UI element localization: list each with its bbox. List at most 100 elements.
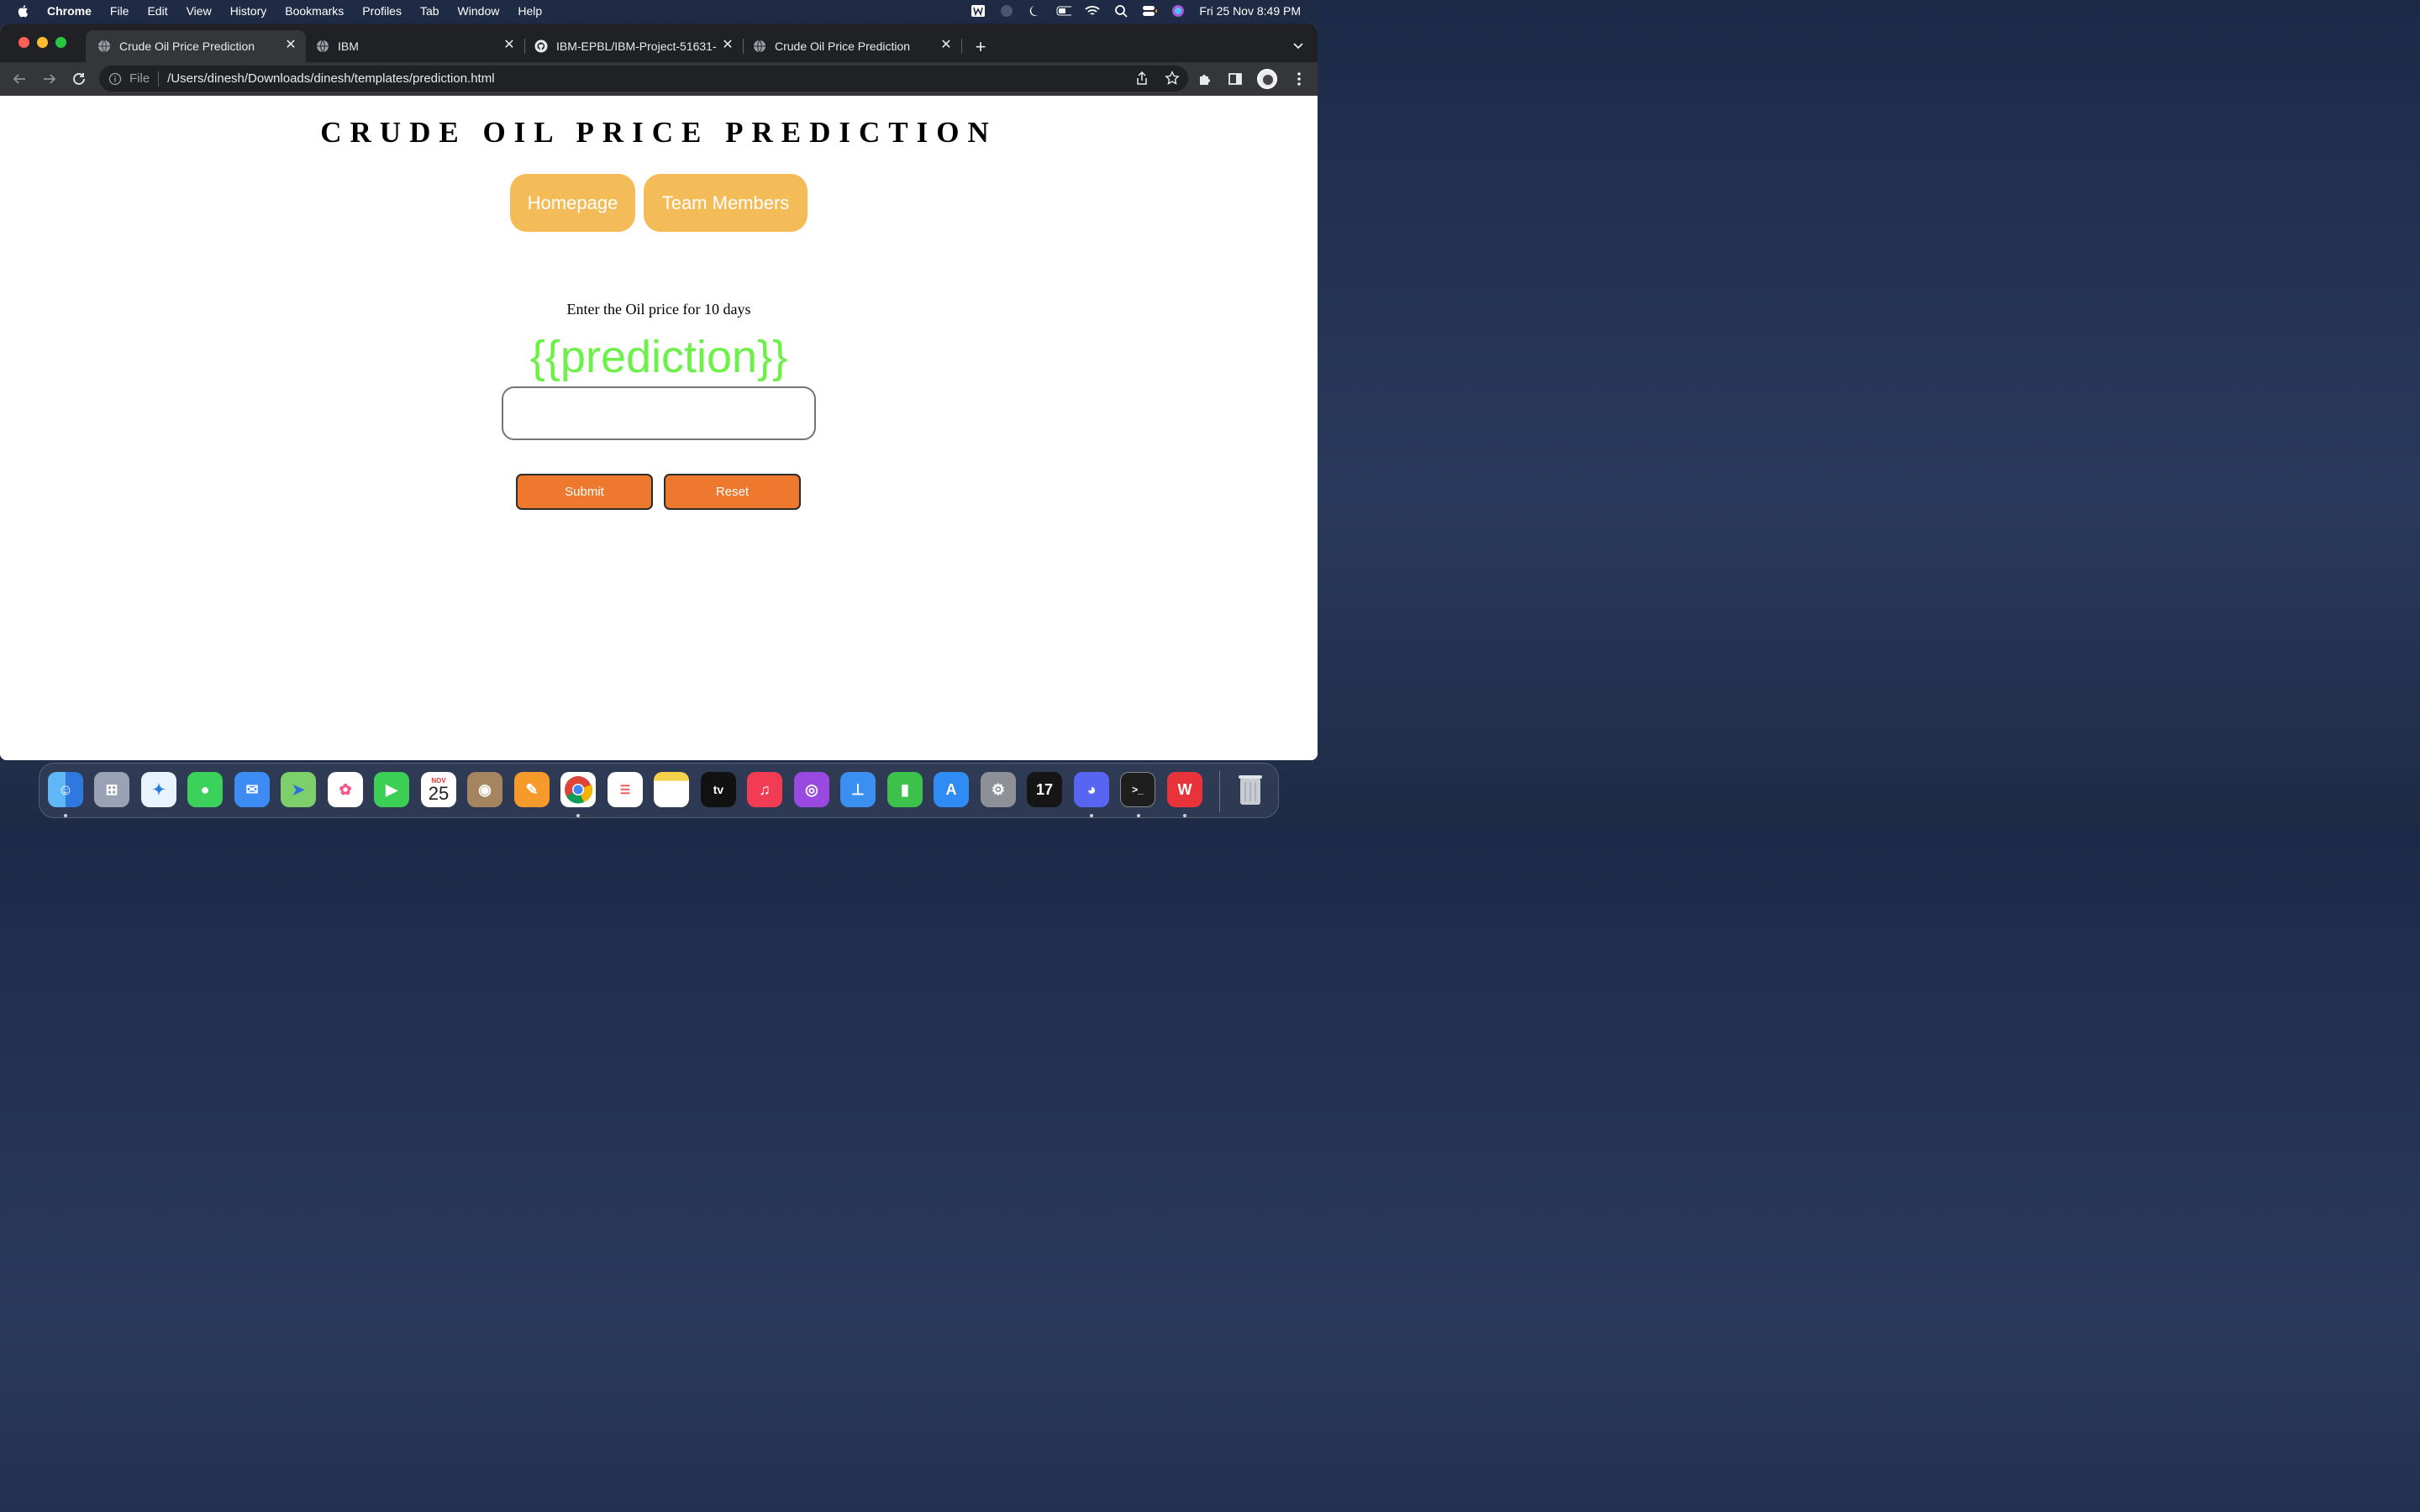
tab-title: IBM-EPBL/IBM-Project-51631- bbox=[556, 39, 717, 53]
wps-office-icon[interactable]: W bbox=[1167, 772, 1202, 807]
url-divider bbox=[158, 71, 160, 87]
toolbar-actions bbox=[1197, 69, 1307, 89]
record-status-icon[interactable] bbox=[999, 4, 1014, 18]
close-tab-icon[interactable]: ✕ bbox=[939, 39, 953, 52]
app-store-icon[interactable]: A bbox=[934, 772, 969, 807]
browser-toolbar: File /Users/dinesh/Downloads/dinesh/temp… bbox=[0, 62, 1318, 96]
back-arrow-icon[interactable] bbox=[12, 71, 27, 87]
url-text[interactable]: /Users/dinesh/Downloads/dinesh/templates… bbox=[167, 71, 494, 86]
wps-status-icon[interactable] bbox=[971, 4, 986, 18]
running-indicator bbox=[1183, 814, 1186, 817]
notes-icon[interactable] bbox=[654, 772, 689, 807]
zoom-window-button[interactable] bbox=[55, 37, 66, 48]
close-tab-icon[interactable]: ✕ bbox=[502, 39, 516, 52]
contacts-icon[interactable]: ◉ bbox=[467, 772, 502, 807]
apple-icon[interactable] bbox=[17, 4, 30, 18]
facetime-icon[interactable]: ▶ bbox=[374, 772, 409, 807]
running-indicator bbox=[1090, 814, 1093, 817]
running-indicator bbox=[1137, 814, 1140, 817]
address-bar[interactable]: File /Users/dinesh/Downloads/dinesh/temp… bbox=[99, 66, 1188, 92]
close-tab-icon[interactable]: ✕ bbox=[284, 39, 297, 52]
minimize-window-button[interactable] bbox=[37, 37, 48, 48]
menu-history[interactable]: History bbox=[230, 4, 267, 18]
menu-help[interactable]: Help bbox=[518, 4, 542, 18]
keynote-icon[interactable]: ⊥ bbox=[840, 772, 876, 807]
tradingview-icon[interactable]: 17 bbox=[1027, 772, 1062, 807]
menu-window[interactable]: Window bbox=[458, 4, 500, 18]
menu-view[interactable]: View bbox=[187, 4, 212, 18]
podcasts-icon[interactable]: ◎ bbox=[794, 772, 829, 807]
safari-icon[interactable]: ✦ bbox=[141, 772, 176, 807]
moon-icon[interactable] bbox=[1028, 4, 1043, 18]
share-icon[interactable] bbox=[1134, 71, 1150, 86]
homepage-button[interactable]: Homepage bbox=[510, 174, 635, 232]
spotlight-search-icon[interactable] bbox=[1113, 4, 1128, 18]
battery-icon[interactable] bbox=[1056, 4, 1072, 18]
terminal-icon[interactable]: >_ bbox=[1120, 772, 1155, 807]
pages-icon[interactable]: ✎ bbox=[514, 772, 550, 807]
more-menu-icon[interactable] bbox=[1291, 71, 1307, 87]
tab-title: Crude Oil Price Prediction bbox=[119, 39, 255, 53]
photos-icon[interactable]: ✿ bbox=[328, 772, 363, 807]
system-preferences-icon[interactable]: ⚙ bbox=[981, 772, 1016, 807]
launchpad-icon[interactable]: ⊞ bbox=[94, 772, 129, 807]
close-window-button[interactable] bbox=[18, 37, 29, 48]
finder-icon[interactable]: ☺ bbox=[48, 772, 83, 807]
running-indicator bbox=[576, 814, 580, 817]
globe-icon bbox=[317, 39, 329, 53]
numbers-icon[interactable]: ▮ bbox=[887, 772, 923, 807]
close-tab-icon[interactable]: ✕ bbox=[721, 39, 734, 52]
input-prompt: Enter the Oil price for 10 days bbox=[566, 301, 751, 318]
reset-button[interactable]: Reset bbox=[664, 474, 801, 510]
browser-window: Crude Oil Price Prediction ✕ IBM ✕ IBM-E… bbox=[0, 24, 1318, 760]
menu-edit[interactable]: Edit bbox=[147, 4, 167, 18]
tab-crude-oil-second[interactable]: Crude Oil Price Prediction ✕ bbox=[741, 30, 962, 62]
menubar-clock[interactable]: Fri 25 Nov 8:49 PM bbox=[1199, 4, 1301, 18]
tab-title: Crude Oil Price Prediction bbox=[775, 39, 911, 53]
globe-icon bbox=[754, 39, 765, 53]
maps-icon[interactable]: ➤ bbox=[281, 772, 316, 807]
omnibox-actions bbox=[1134, 71, 1180, 86]
tab-crude-oil-active[interactable]: Crude Oil Price Prediction ✕ bbox=[86, 30, 306, 62]
apple-tv-icon[interactable]: tv bbox=[701, 772, 736, 807]
new-tab-plus-icon[interactable]: + bbox=[971, 38, 990, 57]
siri-icon[interactable] bbox=[1171, 4, 1186, 18]
reminders-icon[interactable]: ☰ bbox=[608, 772, 643, 807]
music-icon[interactable]: ♫ bbox=[747, 772, 782, 807]
macos-menu-bar: Chrome File Edit View History Bookmarks … bbox=[0, 0, 1318, 21]
tab-ibm[interactable]: IBM ✕ bbox=[304, 30, 525, 62]
prediction-output: {{prediction}} bbox=[529, 332, 788, 382]
menu-profiles[interactable]: Profiles bbox=[362, 4, 402, 18]
tab-github-project[interactable]: IBM-EPBL/IBM-Project-51631- ✕ bbox=[523, 30, 744, 62]
calendar-icon[interactable]: NOV 25 bbox=[421, 772, 456, 807]
window-controls bbox=[18, 37, 66, 48]
menu-app-name[interactable]: Chrome bbox=[47, 4, 92, 18]
menu-tab[interactable]: Tab bbox=[420, 4, 439, 18]
forward-arrow-icon[interactable] bbox=[42, 71, 57, 87]
messages-icon[interactable]: ● bbox=[187, 772, 223, 807]
reload-icon[interactable] bbox=[71, 71, 87, 87]
side-panel-icon[interactable] bbox=[1227, 71, 1244, 87]
oil-price-input[interactable] bbox=[502, 386, 816, 440]
control-center-icon[interactable] bbox=[1142, 4, 1158, 18]
menu-file[interactable]: File bbox=[110, 4, 129, 18]
trash-icon[interactable] bbox=[1233, 772, 1268, 807]
running-indicator bbox=[64, 814, 67, 817]
profile-avatar[interactable] bbox=[1257, 69, 1277, 89]
tab-search-chevron-icon[interactable] bbox=[1292, 39, 1304, 51]
page-title: CRUDE OIL PRICE PREDICTION bbox=[320, 116, 997, 149]
team-members-button[interactable]: Team Members bbox=[644, 174, 808, 232]
bookmark-star-icon[interactable] bbox=[1165, 71, 1180, 86]
info-icon[interactable] bbox=[108, 72, 122, 86]
macos-dock: ☺ ⊞ ✦ ● ✉ ➤ ✿ ▶ NOV 25 ◉ ✎ ☰ tv ♫ ◎ ⊥ ▮ … bbox=[39, 763, 1279, 818]
submit-button[interactable]: Submit bbox=[516, 474, 653, 510]
mail-icon[interactable]: ✉ bbox=[234, 772, 270, 807]
menu-bookmarks[interactable]: Bookmarks bbox=[285, 4, 344, 18]
tab-strip: Crude Oil Price Prediction ✕ IBM ✕ IBM-E… bbox=[0, 24, 1318, 62]
extensions-puzzle-icon[interactable] bbox=[1197, 71, 1213, 87]
chrome-icon[interactable] bbox=[560, 772, 596, 807]
wifi-icon[interactable] bbox=[1085, 4, 1100, 18]
github-icon bbox=[534, 39, 548, 53]
discord-icon[interactable]: ◕ bbox=[1074, 772, 1109, 807]
globe-icon bbox=[98, 39, 110, 53]
